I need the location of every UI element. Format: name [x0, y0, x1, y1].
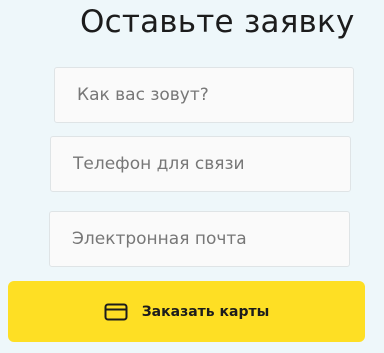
order-cards-label: Заказать карты — [141, 303, 270, 320]
credit-card-icon — [104, 303, 128, 321]
form-title: Оставьте заявку — [80, 4, 355, 40]
order-cards-button[interactable]: Заказать карты — [8, 281, 365, 342]
email-input[interactable] — [49, 211, 350, 267]
name-input[interactable] — [54, 67, 354, 123]
phone-input[interactable] — [50, 136, 351, 192]
